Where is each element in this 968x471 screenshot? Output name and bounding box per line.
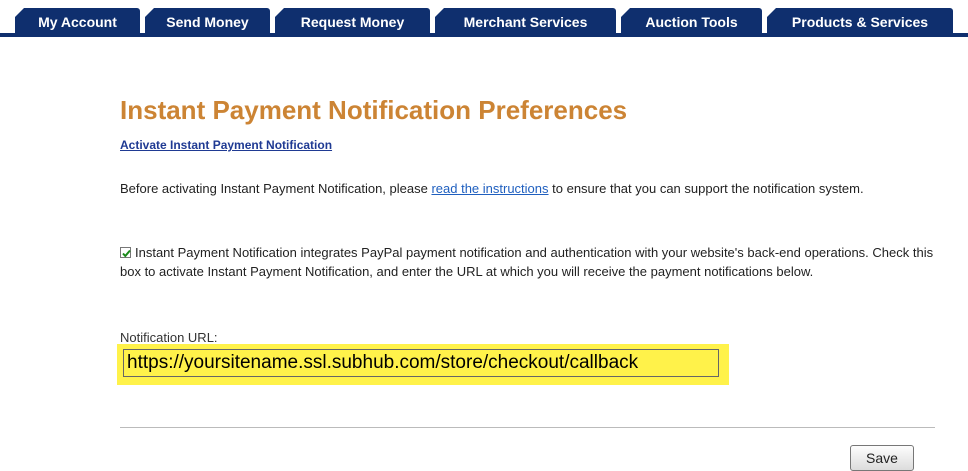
tab-corner — [435, 8, 444, 17]
tab-label: Products & Services — [791, 14, 929, 30]
tab-merchant-services[interactable]: Merchant Services — [435, 8, 616, 37]
tab-my-account[interactable]: My Account — [15, 8, 140, 37]
intro-text-before: Before activating Instant Payment Notifi… — [120, 181, 432, 196]
ipn-checkbox-paragraph: Instant Payment Notification integrates … — [120, 243, 950, 281]
main-nav-tabs: My Account Send Money Request Money Merc… — [0, 0, 968, 44]
tab-corner — [275, 8, 284, 17]
tab-label: Send Money — [166, 14, 249, 30]
tab-send-money[interactable]: Send Money — [145, 8, 270, 37]
page-title: Instant Payment Notification Preferences — [120, 95, 628, 125]
tab-auction-tools[interactable]: Auction Tools — [621, 8, 762, 37]
tab-products-services[interactable]: Products & Services — [767, 8, 953, 37]
notification-url-label: Notification URL: — [120, 330, 218, 345]
tab-corner — [767, 8, 776, 17]
tab-label: Auction Tools — [645, 14, 738, 30]
intro-text-after: to ensure that you can support the notif… — [548, 181, 864, 196]
save-button[interactable]: Save — [850, 445, 914, 471]
activate-ipn-checkbox[interactable] — [120, 247, 131, 258]
divider — [120, 427, 935, 428]
tab-label: My Account — [38, 14, 117, 30]
activate-ipn-link[interactable]: Activate Instant Payment Notification — [120, 138, 332, 152]
tab-corner — [15, 8, 24, 17]
tab-label: Merchant Services — [463, 14, 588, 30]
notification-url-input[interactable] — [123, 349, 719, 377]
tab-corner — [621, 8, 630, 17]
read-instructions-link[interactable]: read the instructions — [431, 181, 548, 196]
tab-corner — [145, 8, 154, 17]
checkbox-description: Instant Payment Notification integrates … — [120, 245, 934, 279]
intro-paragraph: Before activating Instant Payment Notifi… — [120, 179, 950, 198]
tab-request-money[interactable]: Request Money — [275, 8, 430, 37]
tab-label: Request Money — [300, 14, 405, 30]
checkmark-icon — [122, 249, 131, 258]
